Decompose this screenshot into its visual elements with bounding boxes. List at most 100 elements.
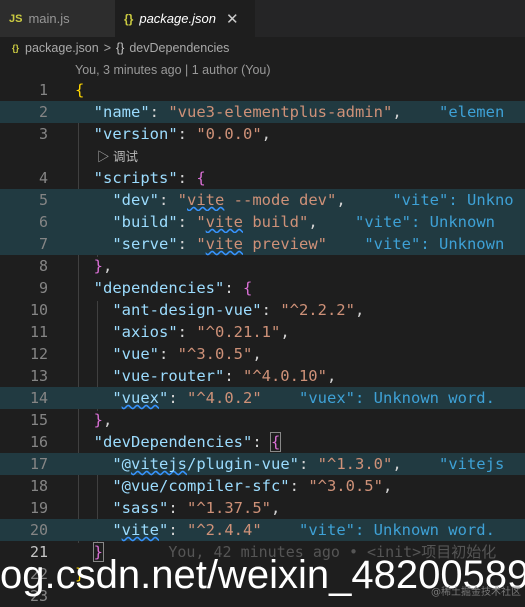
code-line: 18 "@vue/compiler-sfc": "^3.0.5", bbox=[0, 475, 525, 497]
json-value: "^4.0.2" bbox=[187, 389, 262, 407]
code-text[interactable]: "scripts": { bbox=[75, 167, 206, 189]
tab-bar: JS main.js {} package.json ✕ bbox=[0, 0, 525, 37]
code-line: 19 "sass": "^1.37.5", bbox=[0, 497, 525, 519]
code-text[interactable]: "@vitejs/plugin-vue": "^1.3.0", "vitejs bbox=[75, 453, 504, 475]
code-text[interactable]: "sass": "^1.37.5", bbox=[75, 497, 280, 519]
json-value: "^2.4.4" bbox=[187, 521, 262, 539]
misspelled-word[interactable]: vite bbox=[122, 521, 159, 539]
json-value: "^3.0.5" bbox=[308, 477, 383, 495]
code-line: 8 }, bbox=[0, 255, 525, 277]
json-value: "^3.0.5" bbox=[177, 345, 253, 363]
string-quote: " bbox=[177, 191, 188, 209]
spell-annotation: "vite": Unknown word. bbox=[299, 521, 495, 539]
line-number: 20 bbox=[29, 521, 48, 539]
json-key: "devDependencies" bbox=[93, 433, 253, 451]
json-value: build" bbox=[243, 213, 309, 231]
json-key: "version" bbox=[93, 125, 178, 143]
code-text[interactable]: "build": "vite build", "vite": Unknown bbox=[75, 211, 495, 233]
code-text[interactable]: }, bbox=[75, 255, 113, 277]
spell-annotation: "elemen bbox=[438, 103, 505, 121]
misspelled-word[interactable]: vite bbox=[206, 235, 243, 253]
json-value: "vue3-elementplus-admin" bbox=[168, 103, 393, 121]
json-key: /plugin-vue" bbox=[187, 455, 299, 473]
json-value: "^0.21.1" bbox=[196, 323, 281, 341]
object-symbol-icon: {} bbox=[116, 41, 125, 55]
json-key: "scripts" bbox=[93, 169, 178, 187]
line-number: 3 bbox=[38, 125, 48, 143]
misspelled-word[interactable]: vite bbox=[187, 191, 224, 209]
json-value: --mode dev" bbox=[224, 191, 337, 209]
debug-script-codelens[interactable]: ▷ 调试 bbox=[97, 147, 138, 167]
code-text[interactable]: "version": "0.0.0", bbox=[75, 123, 271, 145]
line-number: 6 bbox=[38, 213, 48, 231]
line-number: 9 bbox=[38, 279, 48, 297]
spell-annotation: "vite": Unkno bbox=[392, 191, 514, 209]
code-text[interactable]: "ant-design-vue": "^2.2.2", bbox=[75, 299, 364, 321]
json-key: "vue" bbox=[112, 345, 159, 363]
code-line: 3 "version": "0.0.0", bbox=[0, 123, 525, 145]
string-quote: " bbox=[159, 389, 169, 407]
code-text[interactable]: "vue-router": "^4.0.10", bbox=[75, 365, 336, 387]
breadcrumb-file[interactable]: package.json bbox=[25, 41, 99, 55]
line-number: 4 bbox=[38, 169, 48, 187]
code-line: 12 "vue": "^3.0.5", bbox=[0, 343, 525, 365]
json-key: "axios" bbox=[112, 323, 178, 341]
json-key: "dependencies" bbox=[93, 279, 225, 297]
code-line: 7 "serve": "vite preview" "vite": Unknow… bbox=[0, 233, 525, 255]
close-icon[interactable]: ✕ bbox=[226, 10, 239, 28]
json-key: "vue-router" bbox=[112, 367, 225, 385]
json-file-icon: {} bbox=[124, 11, 134, 26]
tab-main-js[interactable]: JS main.js bbox=[0, 0, 115, 37]
misspelled-word[interactable]: vuex bbox=[122, 389, 159, 407]
code-text[interactable]: "dev": "vite --mode dev", "vite": Unkno bbox=[75, 189, 514, 211]
code-text[interactable]: "vue": "^3.0.5", bbox=[75, 343, 261, 365]
string-quote: " bbox=[159, 521, 169, 539]
json-value: "^2.2.2" bbox=[280, 301, 355, 319]
string-quote: " bbox=[196, 235, 206, 253]
tab-package-json[interactable]: {} package.json ✕ bbox=[115, 0, 255, 37]
misspelled-word[interactable]: vitejs bbox=[131, 455, 187, 473]
json-value: "^1.37.5" bbox=[187, 499, 271, 517]
breadcrumb: {} package.json > {} devDependencies bbox=[0, 37, 525, 59]
code-line: 16 "devDependencies": { bbox=[0, 431, 525, 453]
code-line: 15 }, bbox=[0, 409, 525, 431]
string-quote: "@ bbox=[112, 455, 131, 473]
code-text[interactable]: { bbox=[75, 79, 84, 101]
code-line: 14 "vuex": "^4.0.2" "vuex": Unknown word… bbox=[0, 387, 525, 409]
code-text[interactable]: "dependencies": { bbox=[75, 277, 253, 299]
code-text[interactable]: "vuex": "^4.0.2" "vuex": Unknown word. bbox=[75, 387, 495, 409]
code-line: 2 "name": "vue3-elementplus-admin", "ele… bbox=[0, 101, 525, 123]
code-text[interactable]: "vite": "^2.4.4" "vite": Unknown word. bbox=[75, 519, 495, 541]
line-number: 10 bbox=[29, 301, 48, 319]
json-value: "^4.0.10" bbox=[242, 367, 327, 385]
line-number: 13 bbox=[29, 367, 48, 385]
code-line: 11 "axios": "^0.21.1", bbox=[0, 321, 525, 343]
code-text[interactable]: "serve": "vite preview" "vite": Unknown bbox=[75, 233, 504, 255]
misspelled-word[interactable]: vite bbox=[206, 213, 243, 231]
json-value: "^1.3.0" bbox=[317, 455, 393, 473]
json-value: preview" bbox=[243, 235, 327, 253]
json-key: "@vue/compiler-sfc" bbox=[112, 477, 290, 495]
watermark-small: @稀土掘金技术社区 bbox=[431, 587, 521, 598]
code-text[interactable]: "name": "vue3-elementplus-admin", "eleme… bbox=[75, 101, 505, 123]
json-key: "dev" bbox=[112, 191, 159, 209]
line-number: 18 bbox=[29, 477, 48, 495]
code-line: 9 "dependencies": { bbox=[0, 277, 525, 299]
line-number: 15 bbox=[29, 411, 48, 429]
line-number: 7 bbox=[38, 235, 48, 253]
code-text[interactable]: "@vue/compiler-sfc": "^3.0.5", bbox=[75, 475, 392, 497]
line-number: 11 bbox=[29, 323, 48, 341]
line-number: 2 bbox=[38, 103, 48, 121]
spell-annotation: "vite": Unknown bbox=[364, 235, 505, 253]
json-file-icon: {} bbox=[12, 43, 20, 53]
code-line: 20 "vite": "^2.4.4" "vite": Unknown word… bbox=[0, 519, 525, 541]
breadcrumb-symbol[interactable]: devDependencies bbox=[129, 41, 229, 55]
line-number: 16 bbox=[29, 433, 48, 451]
code-text[interactable]: "axios": "^0.21.1", bbox=[75, 321, 289, 343]
json-key: "build" bbox=[112, 213, 178, 231]
spell-annotation: "vitejs bbox=[438, 455, 505, 473]
code-text[interactable]: }, bbox=[75, 409, 113, 431]
json-key: "name" bbox=[93, 103, 150, 121]
git-blame-codelens[interactable]: You, 3 minutes ago | 1 author (You) bbox=[75, 59, 271, 81]
code-text[interactable]: "devDependencies": { bbox=[75, 431, 282, 453]
